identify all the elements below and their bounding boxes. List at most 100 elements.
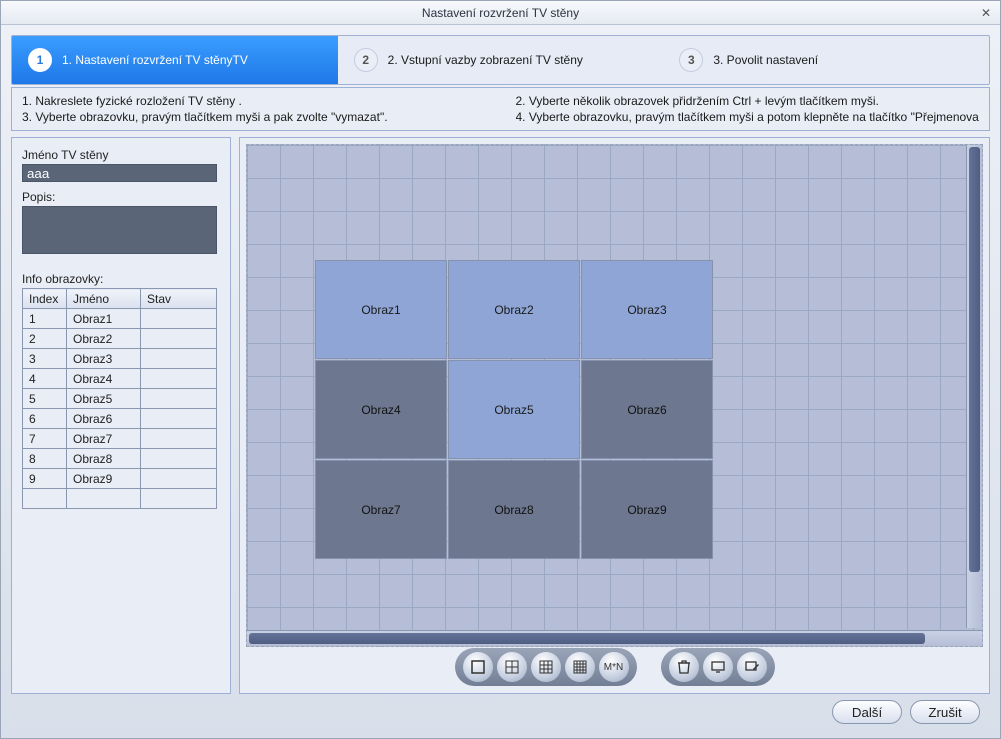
display-icon	[710, 659, 726, 675]
cell-status	[141, 429, 217, 449]
screen-cell[interactable]: Obraz7	[315, 460, 447, 559]
edit-icon	[744, 659, 760, 675]
col-name[interactable]: Jméno	[67, 289, 141, 309]
grid-3x3-icon	[538, 659, 554, 675]
col-status[interactable]: Stav	[141, 289, 217, 309]
table-row[interactable]: 9Obraz9	[23, 469, 217, 489]
table-row[interactable]: 8Obraz8	[23, 449, 217, 469]
tvwall-name-label: Jméno TV stěny	[22, 148, 220, 162]
layout-canvas[interactable]: Obraz1Obraz2Obraz3Obraz4Obraz5Obraz6Obra…	[246, 144, 983, 647]
step-label: 1. Nastavení rozvržení TV stěnyTV	[62, 53, 248, 67]
cancel-button[interactable]: Zrušit	[910, 700, 980, 724]
wizard-step-3[interactable]: 3 3. Povolit nastavení	[663, 36, 989, 84]
tvwall-desc-input[interactable]	[22, 206, 217, 254]
canvas-scrollbar-vertical[interactable]	[966, 145, 982, 628]
table-row[interactable]: 2Obraz2	[23, 329, 217, 349]
canvas-scrollbar-horizontal[interactable]	[247, 630, 982, 646]
scrollbar-thumb[interactable]	[249, 633, 925, 644]
wizard-step-1[interactable]: 1 1. Nastavení rozvržení TV stěnyTV	[12, 36, 338, 84]
canvas-toolbar: M*N	[246, 647, 983, 687]
table-row-empty	[23, 489, 217, 509]
cell-name: Obraz7	[67, 429, 141, 449]
screens-grid: Obraz1Obraz2Obraz3Obraz4Obraz5Obraz6Obra…	[315, 260, 713, 559]
cell-name: Obraz4	[67, 369, 141, 389]
cell-index: 7	[23, 429, 67, 449]
next-button[interactable]: Další	[832, 700, 902, 724]
table-row[interactable]: 6Obraz6	[23, 409, 217, 429]
canvas-panel: Obraz1Obraz2Obraz3Obraz4Obraz5Obraz6Obra…	[239, 137, 990, 694]
tvwall-name-input[interactable]	[22, 164, 217, 182]
close-icon[interactable]: ✕	[978, 5, 994, 21]
screen-cell[interactable]: Obraz2	[448, 260, 580, 359]
cell-name: Obraz9	[67, 469, 141, 489]
table-row[interactable]: 5Obraz5	[23, 389, 217, 409]
table-row[interactable]: 1Obraz1	[23, 309, 217, 329]
step-label: 2. Vstupní vazby zobrazení TV stěny	[388, 53, 583, 67]
grid-3x3-button[interactable]	[531, 652, 561, 682]
cell-index: 2	[23, 329, 67, 349]
screen-cell[interactable]: Obraz5	[448, 360, 580, 459]
screen-cell[interactable]: Obraz1	[315, 260, 447, 359]
cell-name: Obraz5	[67, 389, 141, 409]
cell-name: Obraz6	[67, 409, 141, 429]
edit-button[interactable]	[737, 652, 767, 682]
instruction-1: 1. Nakreslete fyzické rozložení TV stěny…	[22, 94, 486, 108]
table-row[interactable]: 4Obraz4	[23, 369, 217, 389]
screen-info-table: Index Jméno Stav 1Obraz12Obraz23Obraz34O…	[22, 288, 217, 509]
grid-size-tools: M*N	[455, 648, 637, 686]
cell-status	[141, 349, 217, 369]
grid-mxn-label: M*N	[604, 662, 623, 673]
screen-info-label: Info obrazovky:	[22, 272, 220, 286]
col-index[interactable]: Index	[23, 289, 67, 309]
cell-status	[141, 469, 217, 489]
step-number-icon: 3	[679, 48, 703, 72]
grid-1x1-icon	[470, 659, 486, 675]
window-title: Nastavení rozvržení TV stěny	[422, 6, 579, 20]
wizard-steps: 1 1. Nastavení rozvržení TV stěnyTV 2 2.…	[11, 35, 990, 85]
table-row[interactable]: 3Obraz3	[23, 349, 217, 369]
cell-index: 6	[23, 409, 67, 429]
cell-index: 3	[23, 349, 67, 369]
scrollbar-thumb[interactable]	[969, 147, 980, 572]
trash-icon	[676, 659, 692, 675]
sidebar: Jméno TV stěny Popis: Info obrazovky: In…	[11, 137, 231, 694]
tvwall-desc-label: Popis:	[22, 190, 220, 204]
instruction-3: 3. Vyberte obrazovku, pravým tlačítkem m…	[22, 110, 486, 124]
grid-4x4-button[interactable]	[565, 652, 595, 682]
step-number-icon: 2	[354, 48, 378, 72]
screen-cell[interactable]: Obraz8	[448, 460, 580, 559]
wizard-step-2[interactable]: 2 2. Vstupní vazby zobrazení TV stěny	[338, 36, 664, 84]
grid-2x2-icon	[504, 659, 520, 675]
main-area: Jméno TV stěny Popis: Info obrazovky: In…	[11, 137, 990, 694]
grid-mxn-button[interactable]: M*N	[599, 652, 629, 682]
cell-index: 8	[23, 449, 67, 469]
screen-cell[interactable]: Obraz3	[581, 260, 713, 359]
cell-status	[141, 449, 217, 469]
grid-1x1-button[interactable]	[463, 652, 493, 682]
grid-4x4-icon	[572, 659, 588, 675]
instructions: 1. Nakreslete fyzické rozložení TV stěny…	[11, 87, 990, 131]
cell-index: 4	[23, 369, 67, 389]
instruction-2: 2. Vyberte několik obrazovek přidržením …	[516, 94, 980, 108]
cell-name: Obraz8	[67, 449, 141, 469]
table-header-row: Index Jméno Stav	[23, 289, 217, 309]
cell-status	[141, 309, 217, 329]
screen-cell[interactable]: Obraz9	[581, 460, 713, 559]
screen-action-tools	[661, 648, 775, 686]
cell-status	[141, 329, 217, 349]
instruction-4: 4. Vyberte obrazovku, pravým tlačítkem m…	[516, 110, 980, 124]
rename-button[interactable]	[703, 652, 733, 682]
cell-name: Obraz2	[67, 329, 141, 349]
table-row[interactable]: 7Obraz7	[23, 429, 217, 449]
screen-cell[interactable]: Obraz6	[581, 360, 713, 459]
cell-status	[141, 409, 217, 429]
titlebar: Nastavení rozvržení TV stěny ✕	[1, 1, 1000, 25]
dialog-window: Nastavení rozvržení TV stěny ✕ 1 1. Nast…	[0, 0, 1001, 739]
screen-cell[interactable]: Obraz4	[315, 360, 447, 459]
footer: Další Zrušit	[11, 694, 990, 730]
screen-info-table-wrap: Index Jméno Stav 1Obraz12Obraz23Obraz34O…	[22, 288, 220, 509]
cell-name: Obraz1	[67, 309, 141, 329]
grid-2x2-button[interactable]	[497, 652, 527, 682]
step-label: 3. Povolit nastavení	[713, 53, 818, 67]
delete-button[interactable]	[669, 652, 699, 682]
